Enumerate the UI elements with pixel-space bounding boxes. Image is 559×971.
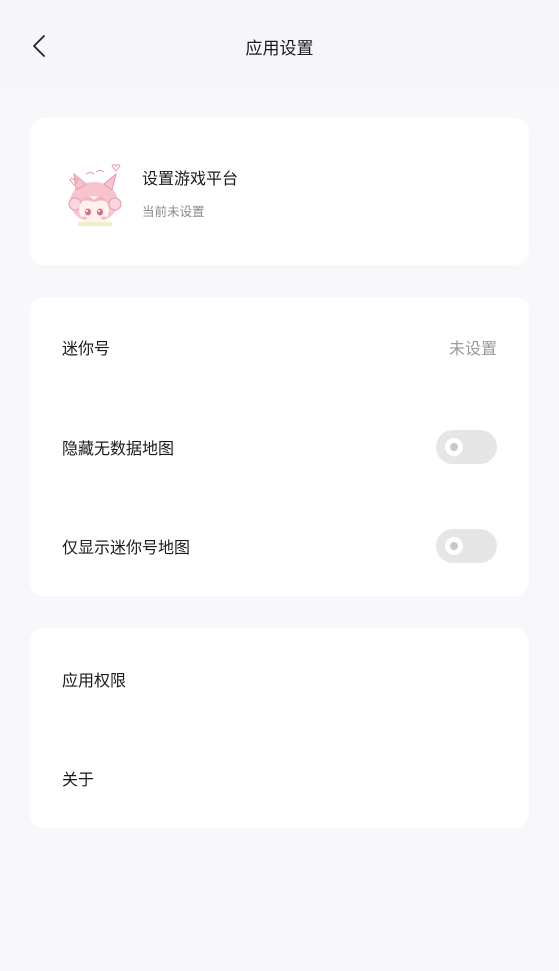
only-mini-id-maps-label: 仅显示迷你号地图 <box>62 538 191 557</box>
toggle-knob <box>445 438 463 456</box>
mini-id-row[interactable]: 迷你号 未设置 <box>30 297 529 397</box>
about-row[interactable]: 关于 <box>30 728 529 828</box>
hide-no-data-maps-label: 隐藏无数据地图 <box>62 439 175 458</box>
platform-title: 设置游戏平台 <box>142 169 239 188</box>
app-permissions-label: 应用权限 <box>62 671 127 690</box>
app-permissions-row[interactable]: 应用权限 <box>30 629 529 729</box>
only-mini-id-maps-row: 仅显示迷你号地图 <box>30 496 529 596</box>
app-header: 应用设置 <box>0 0 559 88</box>
info-card: 应用权限 关于 <box>30 628 529 828</box>
anime-girl-avatar <box>68 164 122 226</box>
only-mini-id-maps-toggle[interactable] <box>436 529 497 563</box>
platform-status: 当前未设置 <box>142 204 205 219</box>
page-title: 应用设置 <box>245 39 314 59</box>
mini-id-label: 迷你号 <box>62 339 111 358</box>
hide-no-data-maps-toggle[interactable] <box>436 430 497 464</box>
hide-no-data-maps-row: 隐藏无数据地图 <box>30 397 529 497</box>
mini-id-value: 未设置 <box>448 339 497 358</box>
settings-card: 迷你号 未设置 隐藏无数据地图 仅显示迷你号地图 <box>30 297 529 596</box>
about-label: 关于 <box>62 770 95 789</box>
toggle-knob <box>445 537 463 555</box>
game-platform-card[interactable]: 设置游戏平台 当前未设置 <box>30 118 529 265</box>
